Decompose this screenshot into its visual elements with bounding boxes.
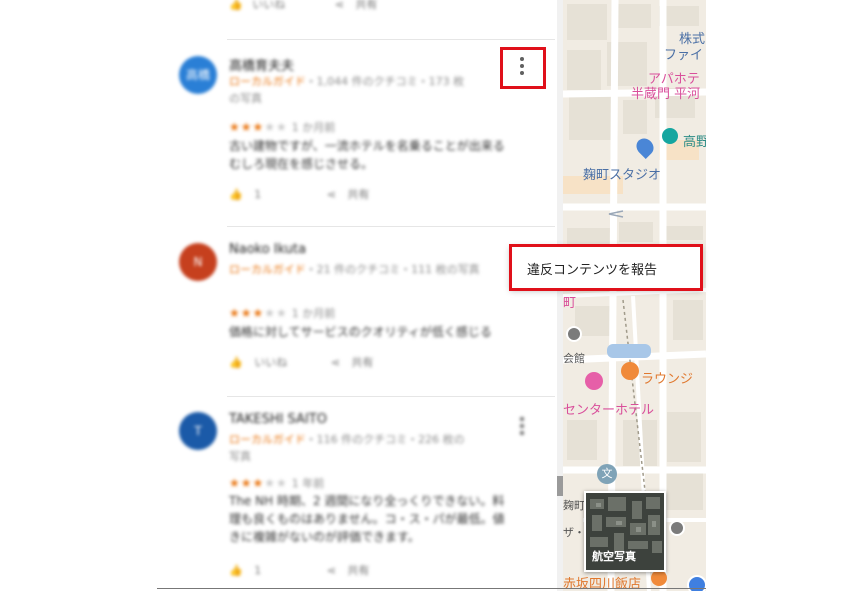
share-icon[interactable]: ⋖ — [335, 0, 344, 11]
review-text-line: 価格に対してサービスのクオリティが低く感じる — [229, 325, 492, 339]
reviewer-meta: ローカルガイド・1,044 件のクチコミ・173 枚 — [229, 73, 464, 89]
meta-text: ・116 件のクチコミ・226 枚の — [305, 433, 465, 446]
reviewer-name[interactable]: TAKESHI SAITO — [229, 412, 327, 427]
share-button[interactable]: 共有 — [347, 562, 369, 578]
like-button[interactable]: いいね — [252, 0, 285, 12]
review-actions: 👍 1 ⋖ 共有 — [229, 562, 369, 578]
thumbs-up-icon[interactable]: 👍 — [229, 0, 243, 11]
divider — [227, 39, 555, 40]
map-label[interactable]: ファイ — [664, 44, 703, 63]
thumbs-up-icon[interactable]: 👍 — [229, 188, 243, 201]
review-actions: 👍 1 ⋖ 共有 — [229, 186, 369, 202]
review-date: 1 か月前 — [291, 307, 336, 320]
review-text-line: 古い建物ですが、一流ホテルを名乗ることが出来る — [229, 139, 505, 153]
share-icon[interactable]: ⋖ — [331, 356, 340, 369]
like-count[interactable]: 1 — [254, 564, 261, 577]
share-icon[interactable]: ⋖ — [327, 188, 336, 201]
stars-on: ★★★ — [229, 120, 265, 134]
review-text: 価格に対してサービスのクオリティが低く感じる — [229, 323, 529, 341]
review-text-line: むしろ現在を感じさせる。 — [229, 157, 374, 171]
review-text-line: 理も良くものはありません。コ・ス・パが最低。値 — [229, 512, 505, 526]
review-text: 古い建物ですが、一流ホテルを名乗ることが出来る むしろ現在を感じさせる。 — [229, 137, 529, 173]
share-button[interactable]: 共有 — [351, 354, 373, 370]
avatar[interactable]: N — [179, 243, 217, 281]
divider — [227, 226, 555, 227]
review-date: 1 年前 — [291, 477, 325, 490]
local-guide-badge: ローカルガイド — [229, 433, 306, 446]
map-label[interactable]: センターホテル — [563, 399, 654, 418]
share-icon[interactable]: ⋖ — [327, 564, 336, 577]
star-rating: ★★★★★ 1 か月前 — [229, 305, 335, 321]
review-date: 1 か月前 — [291, 121, 336, 134]
star-rating: ★★★★★ 1 か月前 — [229, 119, 335, 135]
thumbs-up-icon[interactable]: 👍 — [229, 356, 243, 369]
stars-on: ★★★ — [229, 306, 265, 320]
place-pin-icon[interactable] — [669, 520, 685, 536]
reviewer-meta: ローカルガイド・116 件のクチコミ・226 枚の — [229, 431, 465, 447]
share-button[interactable]: 共有 — [355, 0, 377, 12]
local-guide-badge: ローカルガイド — [229, 75, 306, 88]
stars-on: ★★★ — [229, 476, 265, 490]
review-actions: 👍 いいね ⋖ 共有 — [229, 0, 377, 12]
aerial-view-toggle[interactable]: 航空写真 — [584, 491, 666, 572]
reviewer-name[interactable]: 高橋育夫夫 — [229, 55, 294, 74]
aerial-label: 航空写真 — [592, 550, 636, 563]
avatar[interactable]: 高橋 — [179, 56, 217, 94]
map-label[interactable]: ザ・ — [563, 524, 585, 540]
reviewer-meta: ローカルガイド・21 件のクチコミ・111 枚の写真 — [229, 261, 480, 277]
map-label[interactable]: 高野 — [683, 131, 706, 150]
local-guide-badge: ローカルガイド — [229, 263, 306, 276]
reviews-panel: 👍 いいね ⋖ 共有 高橋 高橋育夫夫 ローカルガイド・1,044 件のクチコミ… — [157, 0, 563, 591]
stars-off: ★★ — [264, 120, 288, 134]
reviewer-name[interactable]: Naoko Ikuta — [229, 242, 306, 257]
like-button[interactable]: いいね — [254, 354, 287, 370]
attraction-pin-icon[interactable] — [662, 128, 678, 144]
more-options-icon[interactable] — [520, 417, 524, 437]
map-label[interactable]: 会館 — [563, 350, 585, 366]
stars-off: ★★ — [264, 476, 288, 490]
share-button[interactable]: 共有 — [347, 186, 369, 202]
restaurant-pin-icon[interactable] — [651, 570, 667, 586]
map-label[interactable]: 麹町スタジオ — [583, 164, 661, 183]
divider — [157, 588, 706, 589]
map-label[interactable]: 町 — [563, 292, 576, 311]
meta-text: ・1,044 件のクチコミ・173 枚 — [305, 75, 465, 88]
review-text: The NH 時期、2 週間になり全っくりできない。料 理も良くものはありません… — [229, 492, 529, 546]
avatar[interactable]: T — [179, 412, 217, 450]
map-label[interactable]: ラウンジ — [641, 368, 693, 387]
hotel-pin-icon[interactable] — [585, 372, 603, 390]
restaurant-pin-icon[interactable] — [621, 362, 639, 380]
stars-off: ★★ — [264, 306, 288, 320]
place-pin-icon[interactable] — [566, 326, 582, 342]
divider — [227, 396, 555, 397]
star-rating: ★★★★★ 1 年前 — [229, 475, 324, 491]
map-label[interactable]: 半蔵門 平河 — [631, 83, 700, 102]
highlight-box — [500, 47, 546, 89]
reviewer-meta-line2: 写真 — [229, 450, 251, 463]
reviewer-meta-line2: の写真 — [229, 92, 262, 105]
school-pin-icon[interactable]: 文 — [597, 464, 617, 484]
map-label[interactable]: 麹町 — [563, 497, 585, 513]
like-count[interactable]: 1 — [254, 188, 261, 201]
meta-text: ・21 件のクチコミ・111 枚の写真 — [305, 263, 480, 276]
highlight-box — [509, 244, 703, 291]
review-actions: 👍 いいね ⋖ 共有 — [229, 354, 373, 370]
review-text-line: The NH 時期、2 週間になり全っくりできない。料 — [229, 494, 505, 508]
thumbs-up-icon[interactable]: 👍 — [229, 564, 243, 577]
review-text-line: きに複雑がないのが評価できます。 — [229, 530, 420, 544]
